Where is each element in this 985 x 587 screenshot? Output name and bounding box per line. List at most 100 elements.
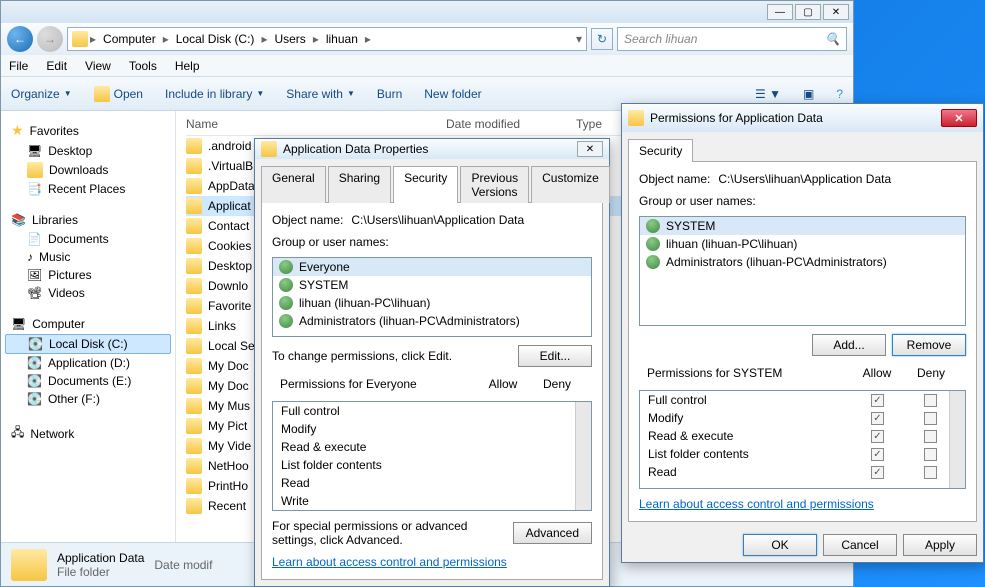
dialog-titlebar[interactable]: Application Data Properties ✕ [255, 139, 609, 159]
search-input[interactable]: Search lihuan 🔍 [617, 27, 847, 51]
open-button[interactable]: Open [94, 86, 143, 102]
dialog-titlebar[interactable]: Permissions for Application Data ✕ [622, 104, 983, 132]
forward-button[interactable]: → [37, 26, 63, 52]
sidebar-item-documents[interactable]: 📄Documents [5, 230, 171, 248]
close-button[interactable]: ✕ [577, 141, 603, 157]
cancel-button[interactable]: Cancel [823, 534, 897, 556]
user-icon [279, 314, 293, 328]
computer-group[interactable]: 🖥Computer [5, 314, 171, 334]
learn-link[interactable]: Learn about access control and permissio… [272, 555, 592, 569]
refresh-button[interactable]: ↻ [591, 28, 613, 50]
users-list[interactable]: Everyone SYSTEM lihuan (lihuan-PC\lihuan… [272, 257, 592, 337]
allow-checkbox[interactable] [871, 466, 884, 479]
user-item[interactable]: lihuan (lihuan-PC\lihuan) [640, 235, 965, 253]
tab-security[interactable]: Security [393, 166, 458, 203]
permission-name: Read [281, 476, 583, 490]
favorites-group[interactable]: ★Favorites [5, 119, 171, 142]
sidebar-item-downloads[interactable]: Downloads [5, 160, 171, 180]
user-item[interactable]: SYSTEM [640, 217, 965, 235]
allow-checkbox[interactable] [871, 394, 884, 407]
sidebar-item-drive-f[interactable]: 💽Other (F:) [5, 390, 171, 408]
remove-button[interactable]: Remove [892, 334, 966, 356]
breadcrumb[interactable]: lihuan [321, 32, 363, 46]
deny-checkbox[interactable] [924, 430, 937, 443]
column-name[interactable]: Name [186, 117, 446, 131]
sidebar-item-local-disk-c[interactable]: 💽Local Disk (C:) [5, 334, 171, 354]
share-with-button[interactable]: Share with ▼ [286, 87, 355, 101]
sidebar-item-pictures[interactable]: 🖼Pictures [5, 266, 171, 284]
tab-customize[interactable]: Customize [531, 166, 610, 203]
preview-pane-button[interactable]: ▣ [803, 87, 814, 101]
sidebar-item-drive-e[interactable]: 💽Documents (E:) [5, 372, 171, 390]
libraries-group[interactable]: 📚Libraries [5, 210, 171, 230]
user-item[interactable]: lihuan (lihuan-PC\lihuan) [273, 294, 591, 312]
maximize-button[interactable]: ▢ [795, 4, 821, 20]
back-button[interactable]: ← [7, 26, 33, 52]
deny-checkbox[interactable] [924, 394, 937, 407]
include-library-button[interactable]: Include in library ▼ [165, 87, 264, 101]
permission-name: Modify [648, 411, 851, 425]
tab-strip: General Sharing Security Previous Versio… [261, 165, 603, 202]
breadcrumb[interactable]: Users [269, 32, 310, 46]
menu-file[interactable]: File [9, 59, 28, 73]
picture-icon: 🖼 [27, 268, 42, 282]
network-group[interactable]: 🖧Network [5, 420, 171, 447]
folder-icon [186, 158, 202, 174]
user-item[interactable]: SYSTEM [273, 276, 591, 294]
apply-button[interactable]: Apply [903, 534, 977, 556]
ok-button[interactable]: OK [743, 534, 817, 556]
sidebar-item-music[interactable]: ♪Music [5, 248, 171, 266]
burn-button[interactable]: Burn [377, 87, 402, 101]
menu-tools[interactable]: Tools [129, 59, 157, 73]
column-date[interactable]: Date modified [446, 117, 576, 131]
navigation-pane: ★Favorites 🖥Desktop Downloads 📑Recent Pl… [1, 111, 176, 542]
scrollbar[interactable] [949, 391, 965, 488]
add-button[interactable]: Add... [812, 334, 886, 356]
tab-previous-versions[interactable]: Previous Versions [460, 166, 529, 203]
tab-sharing[interactable]: Sharing [328, 166, 391, 203]
tab-security[interactable]: Security [628, 139, 693, 162]
close-button[interactable]: ✕ [823, 4, 849, 20]
chevron-down-icon[interactable]: ▾ [576, 32, 582, 46]
sidebar-item-videos[interactable]: 📽Videos [5, 284, 171, 302]
help-button[interactable]: ? [836, 87, 843, 101]
file-name: My Pict [208, 419, 247, 433]
minimize-button[interactable]: — [767, 4, 793, 20]
folder-icon [186, 298, 202, 314]
user-item[interactable]: Everyone [273, 258, 591, 276]
deny-checkbox[interactable] [924, 448, 937, 461]
new-folder-button[interactable]: New folder [424, 87, 481, 101]
column-type[interactable]: Type [576, 117, 602, 131]
deny-checkbox[interactable] [924, 466, 937, 479]
users-list[interactable]: SYSTEM lihuan (lihuan-PC\lihuan) Adminis… [639, 216, 966, 326]
organize-button[interactable]: Organize ▼ [11, 87, 72, 101]
breadcrumb[interactable]: Local Disk (C:) [171, 32, 260, 46]
scrollbar[interactable] [575, 402, 591, 510]
status-item-detail: Date modif [154, 558, 212, 572]
allow-checkbox[interactable] [871, 412, 884, 425]
address-bar[interactable]: ▸ Computer ▸ Local Disk (C:) ▸ Users ▸ l… [67, 27, 587, 51]
menu-view[interactable]: View [85, 59, 111, 73]
allow-checkbox[interactable] [871, 448, 884, 461]
edit-button[interactable]: Edit... [518, 345, 592, 367]
user-icon [279, 296, 293, 310]
deny-checkbox[interactable] [924, 412, 937, 425]
file-name: Downlo [208, 279, 248, 293]
close-button[interactable]: ✕ [941, 109, 977, 127]
permission-row: List folder contents [273, 456, 591, 474]
sidebar-item-recent[interactable]: 📑Recent Places [5, 180, 171, 198]
allow-checkbox[interactable] [871, 430, 884, 443]
tab-general[interactable]: General [261, 166, 326, 203]
view-options-button[interactable]: ☰ ▼ [755, 87, 781, 101]
user-item[interactable]: Administrators (lihuan-PC\Administrators… [640, 253, 965, 271]
menu-edit[interactable]: Edit [46, 59, 67, 73]
computer-icon: 🖥 [11, 317, 26, 331]
breadcrumb[interactable]: Computer [98, 32, 161, 46]
advanced-button[interactable]: Advanced [513, 522, 592, 544]
learn-link[interactable]: Learn about access control and permissio… [639, 497, 966, 511]
allow-header: Allow [476, 377, 530, 391]
menu-help[interactable]: Help [175, 59, 200, 73]
user-item[interactable]: Administrators (lihuan-PC\Administrators… [273, 312, 591, 330]
sidebar-item-drive-d[interactable]: 💽Application (D:) [5, 354, 171, 372]
sidebar-item-desktop[interactable]: 🖥Desktop [5, 142, 171, 160]
